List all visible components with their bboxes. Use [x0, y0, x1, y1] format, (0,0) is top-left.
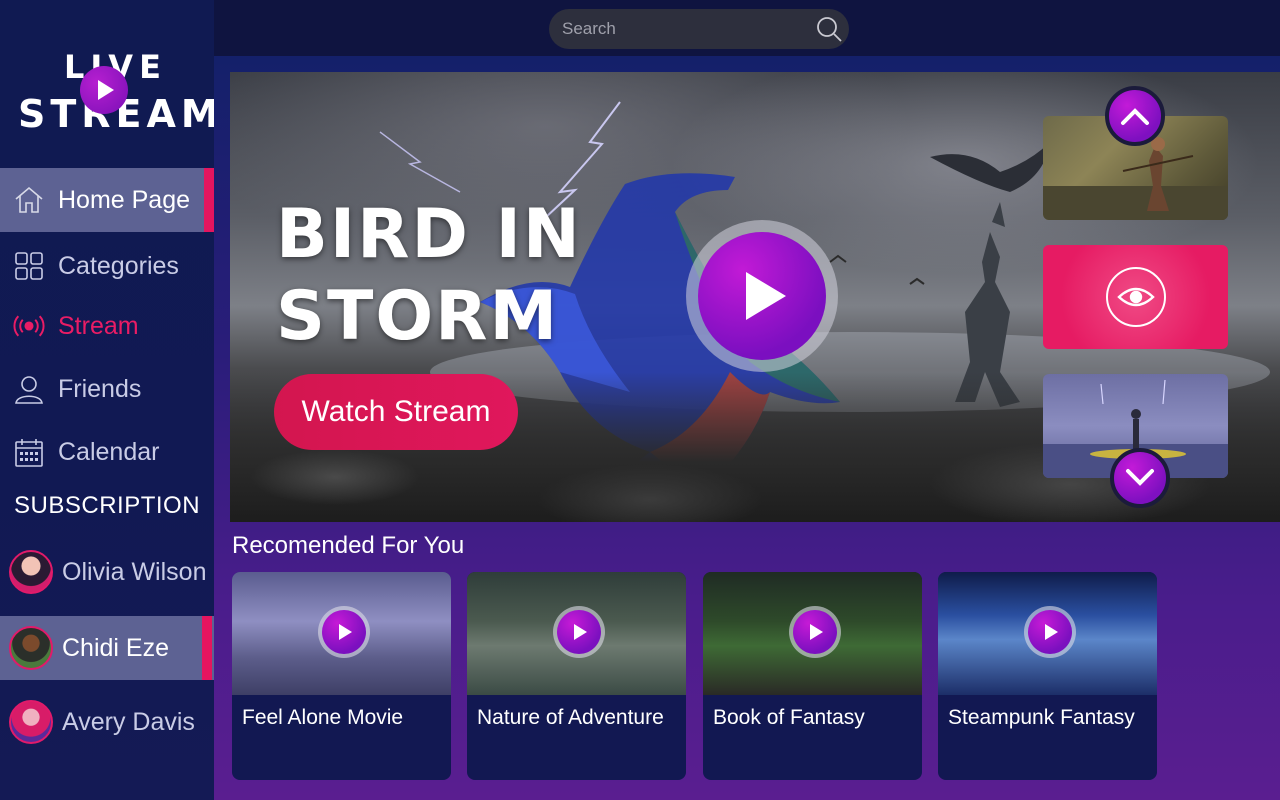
play-icon — [698, 232, 826, 360]
nav-item-label: Friends — [58, 374, 142, 403]
card-play-button[interactable] — [789, 606, 841, 658]
search-icon[interactable] — [815, 15, 843, 43]
subscription-name: Olivia Wilson — [62, 557, 207, 586]
recommended-card[interactable]: Steampunk Fantasy — [938, 572, 1157, 780]
play-icon — [1028, 610, 1072, 654]
scroll-down-button[interactable] — [1110, 448, 1170, 508]
logo-play-icon — [80, 66, 128, 114]
subscription-name: Chidi Eze — [62, 633, 169, 662]
subscription-item-chidi-eze[interactable]: Chidi Eze — [0, 616, 214, 680]
avatar — [9, 626, 53, 670]
broadcast-icon — [13, 310, 45, 342]
recommended-heading: Recomended For You — [232, 532, 465, 559]
app-logo[interactable]: LIVE STREAM — [16, 48, 219, 136]
nav-item-label: Stream — [58, 311, 139, 340]
user-icon — [13, 373, 45, 405]
card-title: Feel Alone Movie — [242, 706, 404, 729]
calendar-icon — [13, 436, 45, 468]
card-play-button[interactable] — [1024, 606, 1076, 658]
nav-item-calendar[interactable]: Calendar — [0, 420, 214, 484]
nav-item-categories[interactable]: Categories — [0, 234, 214, 298]
search-input[interactable] — [562, 19, 802, 39]
card-title: Steampunk Fantasy — [948, 706, 1135, 729]
top-bar — [214, 0, 1280, 56]
home-icon — [13, 184, 45, 216]
avatar — [9, 700, 53, 744]
search-bar[interactable] — [549, 9, 849, 49]
nav-item-home-page[interactable]: Home Page — [0, 168, 214, 232]
hero-banner: BIRD IN STORM Watch Stream — [230, 72, 1280, 522]
nav-item-label: Home Page — [58, 185, 191, 214]
avatar — [9, 550, 53, 594]
recommended-card[interactable]: Book of Fantasy — [703, 572, 922, 780]
subscription-item-avery-davis[interactable]: Avery Davis — [0, 690, 214, 754]
recommended-card[interactable]: Feel Alone Movie — [232, 572, 451, 780]
card-title: Book of Fantasy — [713, 706, 865, 729]
hero-title: BIRD IN STORM — [276, 195, 582, 356]
subscription-name: Avery Davis — [62, 707, 195, 736]
watch-stream-button[interactable]: Watch Stream — [274, 374, 518, 450]
scroll-up-button[interactable] — [1105, 86, 1165, 146]
eye-icon — [1105, 267, 1166, 327]
grid-icon — [13, 250, 45, 282]
card-play-button[interactable] — [553, 606, 605, 658]
play-icon — [793, 610, 837, 654]
nav-item-stream[interactable]: Stream — [0, 294, 214, 358]
card-title: Nature of Adventure — [477, 706, 664, 729]
recommended-card[interactable]: Nature of Adventure — [467, 572, 686, 780]
hero-play-button[interactable] — [686, 220, 838, 372]
nav-item-friends[interactable]: Friends — [0, 357, 214, 421]
side-thumbnail-watch[interactable] — [1043, 245, 1228, 349]
nav-item-label: Calendar — [58, 437, 160, 466]
sidebar: LIVE STREAM Home Page Categories Stream … — [0, 0, 219, 800]
play-icon — [557, 610, 601, 654]
card-play-button[interactable] — [318, 606, 370, 658]
chevron-down-icon — [1126, 469, 1154, 486]
nav-item-label: Categories — [58, 251, 179, 280]
chevron-up-icon — [1121, 108, 1149, 125]
play-icon — [322, 610, 366, 654]
subscription-item-olivia-wilson[interactable]: Olivia Wilson — [0, 540, 214, 604]
subscription-heading: SUBSCRIPTION — [14, 492, 201, 519]
